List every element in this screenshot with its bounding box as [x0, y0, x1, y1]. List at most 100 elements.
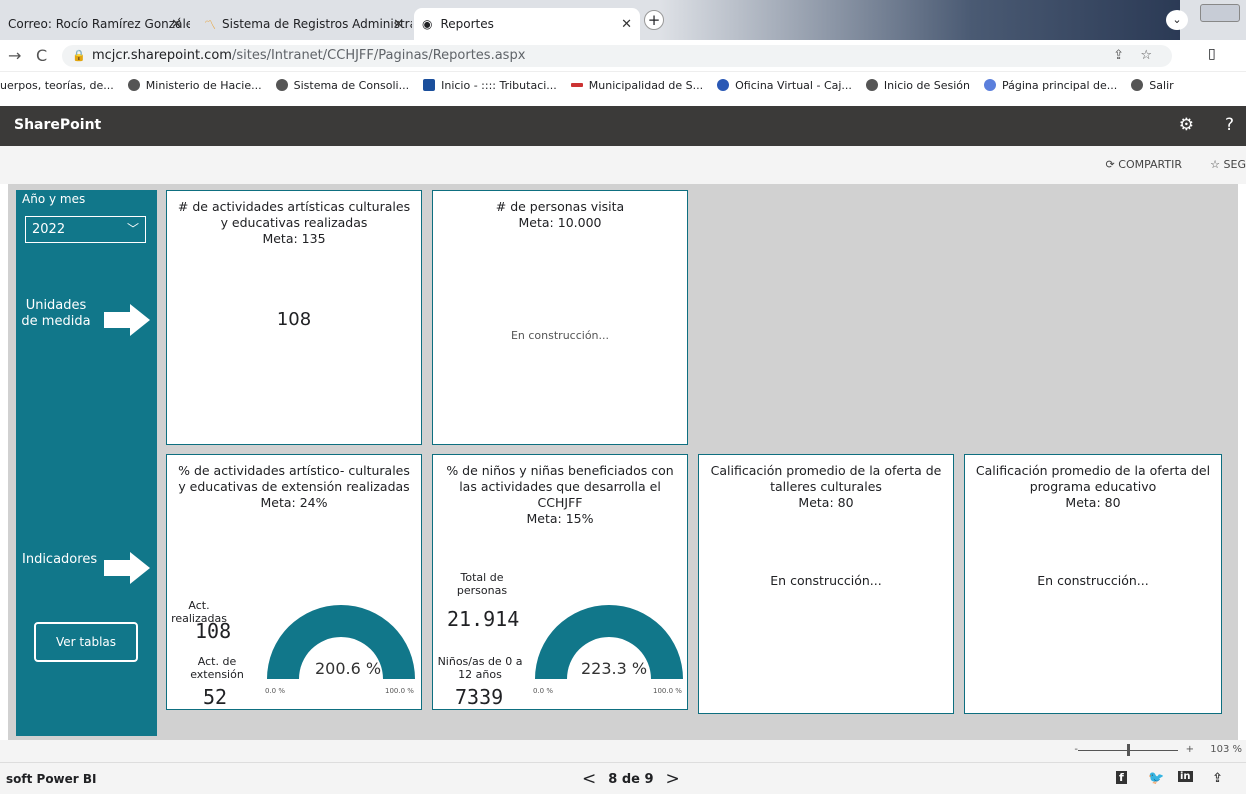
card-status: En construcción... — [770, 573, 882, 588]
previous-page-button[interactable]: < — [582, 769, 596, 789]
card-title: % de actividades artístico- culturales y… — [178, 463, 410, 494]
page-command-strip: ⟳ COMPARTIR ☆ SEG — [0, 146, 1246, 184]
bookmark-item[interactable]: Salir — [1131, 78, 1174, 92]
bookmark-item[interactable]: Oficina Virtual - Caj... — [717, 79, 852, 92]
card-title: # de actividades artísticas culturales y… — [177, 199, 411, 230]
bookmark-label: Inicio de Sesión — [883, 78, 971, 92]
bookmark-item[interactable]: Página principal de... — [984, 79, 1117, 92]
gauge-value: 200.6 % — [315, 659, 382, 678]
card-status: En construcción... — [1037, 573, 1149, 588]
zoom-slider-handle[interactable] — [1127, 744, 1130, 756]
card-extension[interactable]: % de actividades artístico- culturales y… — [166, 454, 422, 710]
bookmark-label: Sistema de Consoli... — [293, 78, 410, 92]
bookmark-item[interactable]: Inicio - :::: Tributaci... — [423, 79, 557, 92]
next-page-button[interactable]: > — [666, 769, 680, 789]
report-sidebar: Año y mes 2022 ﹀ Unidades de medida Indi… — [16, 190, 157, 736]
bookmark-item[interactable]: Inicio de Sesión — [865, 78, 971, 92]
card-children[interactable]: % de niños y niñas beneficiados con las … — [432, 454, 688, 710]
ccss-logo-icon — [717, 79, 730, 91]
municipal-logo-icon — [570, 83, 583, 87]
card-activities[interactable]: # de actividades artísticas culturales y… — [166, 190, 422, 445]
card-workshops[interactable]: Calificación promedio de la oferta de ta… — [698, 454, 954, 714]
card-title: % de niños y niñas beneficiados con las … — [446, 463, 674, 510]
help-icon[interactable]: ? — [1225, 115, 1234, 135]
tab-reportes[interactable]: ◉ Reportes ✕ — [414, 8, 640, 40]
arrow-right-icon — [104, 304, 150, 336]
total-value: 21.914 — [447, 607, 520, 631]
card-goal: Meta: 24% — [260, 495, 328, 510]
tab-correo[interactable]: Correo: Rocío Ramírez González - ✕ — [0, 8, 190, 40]
extension-value: 52 — [203, 685, 228, 709]
page-indicator: 8 de 9 — [608, 771, 654, 787]
share-button[interactable]: ⟳ COMPARTIR — [1106, 158, 1182, 171]
bookmark-label: Salir — [1149, 78, 1174, 92]
share-icon[interactable]: ⇪ — [1212, 771, 1223, 786]
globe-icon: ◉ — [422, 17, 433, 31]
tab-sistema[interactable]: 〽 Sistema de Registros Administrati ✕ — [196, 8, 412, 40]
card-education[interactable]: Calificación promedio de la oferta del p… — [964, 454, 1222, 714]
card-goal: Meta: 80 — [1065, 495, 1121, 510]
card-goal: Meta: 80 — [798, 495, 854, 510]
tab-search-icon[interactable]: ⌄ — [1166, 10, 1188, 30]
url-host: mcjcr.sharepoint.com — [92, 48, 232, 63]
sharepoint-title[interactable]: SharePoint — [14, 117, 101, 133]
minimize-button[interactable] — [1200, 4, 1240, 22]
share-label: COMPARTIR — [1118, 158, 1182, 171]
units-label: Unidades de medida — [21, 298, 91, 329]
linkedin-icon[interactable]: in — [1178, 771, 1193, 782]
year-value: 2022 — [32, 222, 66, 237]
sharepoint-suite-bar: SharePoint ⚙ ? — [0, 106, 1246, 146]
url-path: /sites/Intranet/CCHJFF/Paginas/Reportes.… — [231, 48, 526, 63]
kids-value: 7339 — [455, 685, 504, 709]
powerbi-link[interactable]: soft Power BI — [6, 772, 97, 786]
flower-logo-icon — [984, 79, 997, 91]
bookmark-label: Ministerio de Hacie... — [145, 78, 262, 92]
share-icon[interactable]: ⇪ — [1113, 45, 1124, 67]
card-goal: Meta: 135 — [262, 231, 326, 246]
close-icon[interactable]: ✕ — [621, 17, 632, 32]
gauge-min: 0.0 % — [265, 687, 286, 695]
star-icon[interactable]: ☆ — [1140, 45, 1152, 67]
bookmark-label: Municipalidad de S... — [588, 78, 704, 92]
bookmark-item[interactable]: uerpos, teorías, de... — [0, 79, 114, 92]
globe-icon — [275, 79, 288, 91]
url-field[interactable]: 🔒 mcjcr.sharepoint.com/sites/Intranet/CC… — [62, 45, 1172, 67]
card-goal: Meta: 15% — [526, 511, 594, 526]
year-dropdown[interactable]: 2022 ﹀ — [25, 216, 146, 243]
bookmark-item[interactable]: Sistema de Consoli... — [275, 78, 410, 92]
bookmarks-bar: uerpos, teorías, de... Ministerio de Hac… — [0, 72, 1246, 98]
zoom-bar: - + 103 % — [0, 740, 1246, 762]
view-tables-button[interactable]: Ver tablas — [34, 622, 138, 662]
forward-arrow-icon[interactable]: → — [8, 46, 21, 65]
tab-label: Correo: Rocío Ramírez González - — [8, 17, 190, 31]
zoom-level: 103 % — [1210, 744, 1242, 755]
sidepanel-icon[interactable]: ▯ — [1208, 46, 1216, 62]
total-label: Total de personas — [456, 571, 508, 597]
zoom-in-button[interactable]: + — [1186, 744, 1194, 755]
card-value: 108 — [276, 309, 312, 330]
extension-label: Act. de extensión — [190, 655, 244, 681]
bookmark-item[interactable]: Municipalidad de S... — [570, 78, 704, 92]
globe-icon — [127, 79, 140, 91]
close-icon[interactable]: ✕ — [393, 17, 404, 32]
card-title: Calificación promedio de la oferta de ta… — [710, 463, 942, 494]
gauge-value: 223.3 % — [581, 659, 648, 678]
new-tab-button[interactable]: + — [644, 10, 664, 30]
follow-button[interactable]: ☆ SEG — [1210, 158, 1246, 171]
gauge-min: 0.0 % — [533, 687, 554, 695]
tab-bar-shading — [660, 0, 1180, 40]
gear-icon[interactable]: ⚙ — [1179, 115, 1194, 135]
reload-icon[interactable]: C — [36, 46, 47, 65]
tab-label: Reportes — [440, 17, 494, 31]
kids-label: Niños/as de 0 a 12 años — [437, 655, 523, 681]
bookmark-item[interactable]: Ministerio de Hacie... — [127, 78, 262, 92]
card-visitors[interactable]: # de personas visita Meta: 10.000 En con… — [432, 190, 688, 445]
follow-label: SEG — [1223, 158, 1246, 171]
arrow-right-icon — [104, 552, 150, 584]
facebook-icon[interactable]: f — [1116, 771, 1127, 784]
close-icon[interactable]: ✕ — [171, 17, 182, 32]
card-title: # de personas visita — [495, 199, 625, 214]
powerbi-footer: soft Power BI < 8 de 9 > f 🐦 in ⇪ — [0, 762, 1246, 794]
globe-icon — [1131, 79, 1144, 91]
twitter-icon[interactable]: 🐦 — [1148, 771, 1164, 786]
